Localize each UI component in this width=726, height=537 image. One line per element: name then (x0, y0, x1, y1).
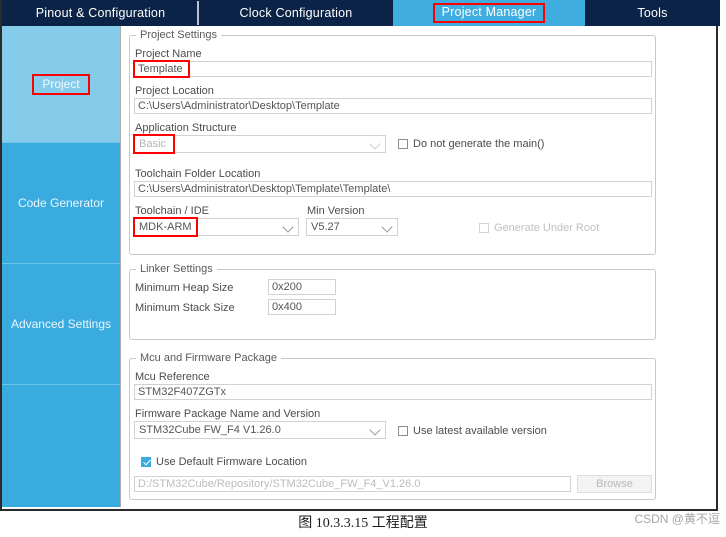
min-version-label: Min Version (307, 205, 365, 217)
sidebar-item-advanced-settings-label: Advanced Settings (10, 317, 112, 331)
generate-under-root-checkbox: Generate Under Root (479, 222, 599, 234)
sidebar-item-project-label: Project (32, 73, 90, 95)
do-not-generate-main-checkbox[interactable]: Do not generate the main() (398, 138, 544, 150)
linker-settings-legend: Linker Settings (136, 263, 217, 275)
stm32cubemx-window: Pinout & Configuration Clock Configurati… (0, 0, 720, 511)
tab-pinout-configuration[interactable]: Pinout & Configuration (2, 0, 199, 26)
project-location-input[interactable]: C:\Users\Administrator\Desktop\Template (134, 98, 652, 114)
use-default-firmware-location-label: Use Default Firmware Location (156, 456, 308, 468)
checkbox-box-icon (479, 223, 489, 233)
chevron-down-icon (369, 138, 381, 150)
sidebar-item-advanced-settings[interactable]: Advanced Settings (2, 264, 120, 385)
min-version-select[interactable]: V5.27 (306, 218, 398, 236)
chevron-down-icon (282, 221, 294, 233)
chevron-down-icon (369, 424, 381, 436)
app-root: Pinout & Configuration Clock Configurati… (0, 0, 726, 537)
checkbox-box-icon (398, 426, 408, 436)
project-location-label: Project Location (135, 85, 214, 97)
firmware-location-input: D:/STM32Cube/Repository/STM32Cube_FW_F4_… (134, 476, 571, 492)
figure-caption: 图 10.3.3.15 工程配置 (298, 516, 428, 531)
mcu-reference-label: Mcu Reference (135, 371, 210, 383)
minimum-heap-size-label: Minimum Heap Size (135, 282, 234, 294)
minimum-stack-size-label: Minimum Stack Size (135, 302, 235, 314)
mcu-reference-input[interactable]: STM32F407ZGTx (134, 384, 652, 400)
tab-tools-label: Tools (637, 6, 668, 20)
tab-clock-configuration-label: Clock Configuration (239, 6, 353, 20)
firmware-package-label: Firmware Package Name and Version (135, 408, 321, 420)
project-settings-pane: Project Settings Project Name Template P… (120, 26, 716, 507)
firmware-package-select[interactable]: STM32Cube FW_F4 V1.26.0 (134, 421, 386, 439)
minimum-stack-size-input[interactable]: 0x400 (268, 299, 336, 315)
minimum-heap-size-input[interactable]: 0x200 (268, 279, 336, 295)
main-tab-bar: Pinout & Configuration Clock Configurati… (2, 0, 720, 26)
generate-under-root-label: Generate Under Root (494, 222, 600, 234)
tab-tools[interactable]: Tools (585, 0, 720, 26)
tab-pinout-configuration-label: Pinout & Configuration (35, 6, 166, 20)
toolchain-folder-input[interactable]: C:\Users\Administrator\Desktop\Template\… (134, 181, 652, 197)
application-structure-select[interactable]: Basic (134, 135, 386, 153)
project-name-label: Project Name (135, 48, 202, 60)
sidebar-item-code-generator[interactable]: Code Generator (2, 143, 120, 264)
do-not-generate-main-label: Do not generate the main() (413, 138, 545, 150)
chevron-down-icon (381, 221, 393, 233)
checkbox-checked-icon (141, 457, 151, 467)
sidebar-item-project[interactable]: Project (2, 26, 120, 143)
tab-clock-configuration[interactable]: Clock Configuration (199, 0, 393, 26)
sidebar-item-code-generator-label: Code Generator (17, 196, 105, 210)
csdn-watermark: CSDN @黄不逗 (634, 512, 720, 526)
toolchain-ide-select[interactable]: MDK-ARM (134, 218, 299, 236)
use-default-firmware-location-checkbox[interactable]: Use Default Firmware Location (141, 456, 307, 468)
window-body: Project Code Generator Advanced Settings… (2, 26, 716, 507)
project-settings-legend: Project Settings (136, 29, 222, 41)
project-name-input[interactable]: Template (134, 61, 652, 77)
sidebar-empty-area (2, 385, 120, 507)
toolchain-folder-label: Toolchain Folder Location (135, 168, 261, 180)
use-latest-version-checkbox[interactable]: Use latest available version (398, 425, 547, 437)
mcu-firmware-legend: Mcu and Firmware Package (136, 352, 281, 364)
checkbox-box-icon (398, 139, 408, 149)
toolchain-ide-label: Toolchain / IDE (135, 205, 209, 217)
project-manager-sidebar: Project Code Generator Advanced Settings (2, 26, 120, 507)
tab-project-manager-label: Project Manager (432, 3, 546, 23)
browse-button: Browse (577, 475, 652, 493)
use-latest-version-label: Use latest available version (413, 425, 547, 437)
application-structure-label: Application Structure (135, 122, 237, 134)
tab-project-manager[interactable]: Project Manager (393, 0, 585, 26)
